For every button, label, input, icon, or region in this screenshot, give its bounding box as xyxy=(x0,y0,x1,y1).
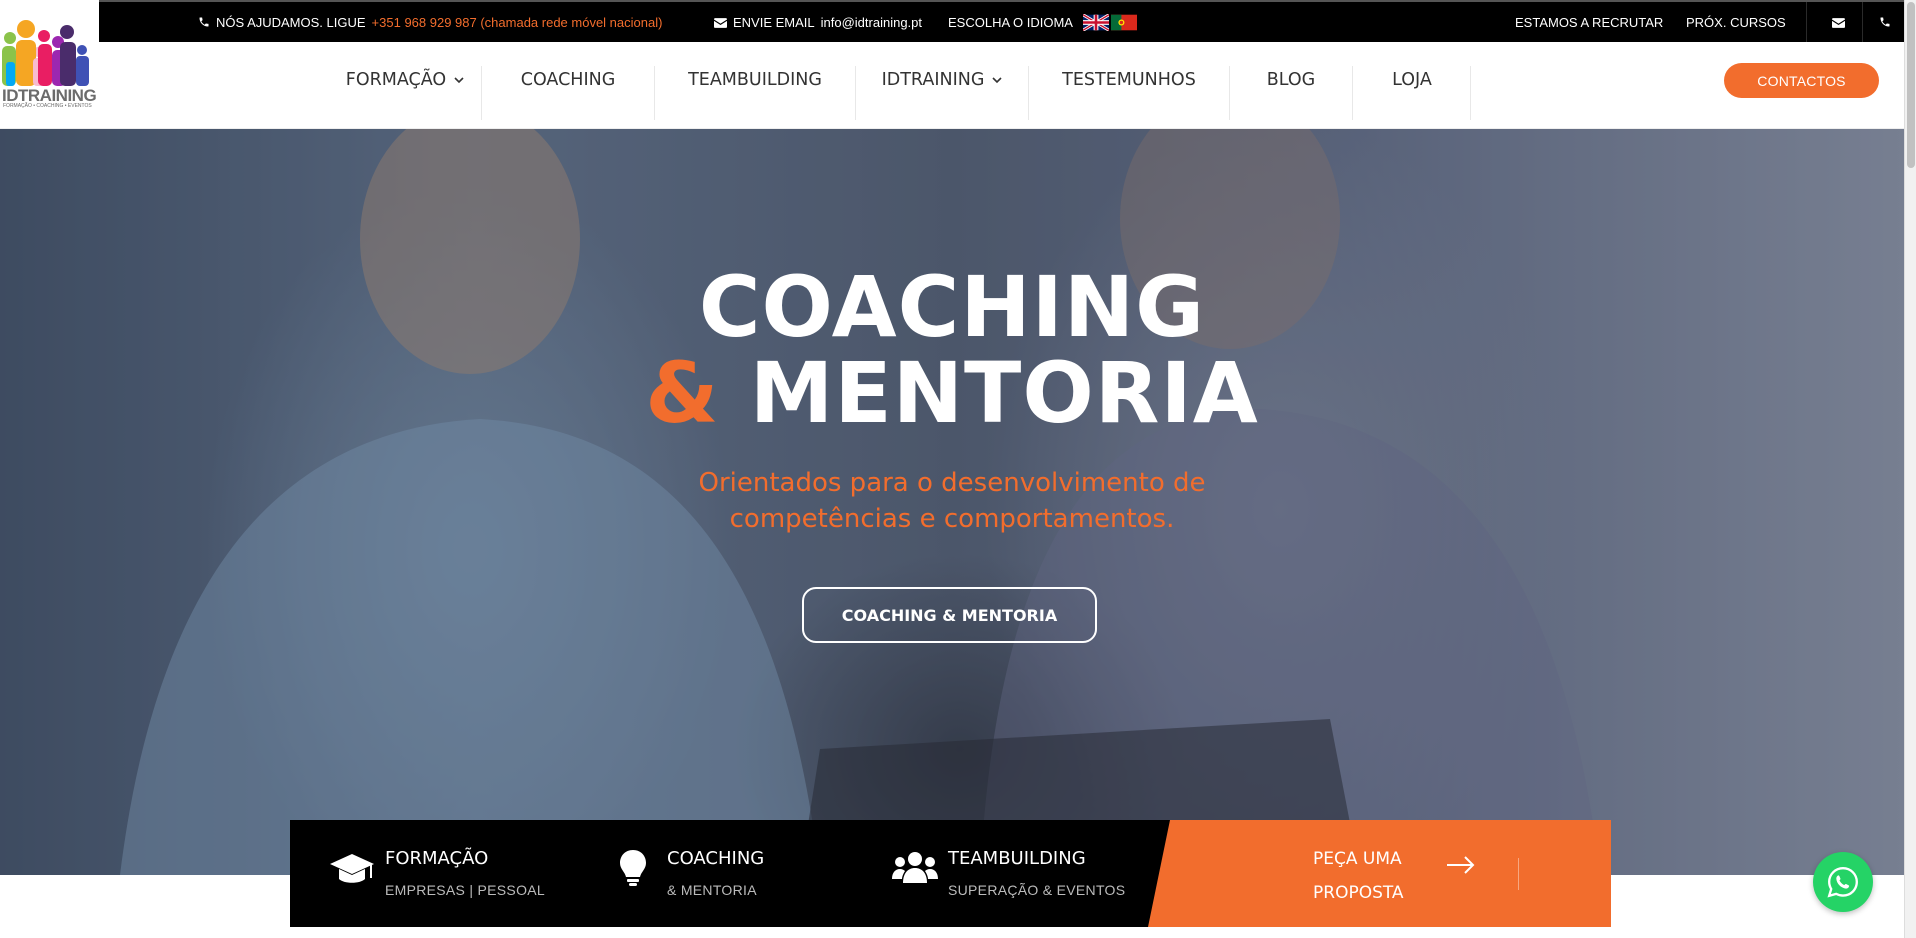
nav-label: FORMAÇÃO xyxy=(345,70,447,90)
lightbulb-icon xyxy=(620,850,646,886)
topbar-divider xyxy=(1862,2,1863,42)
nav-label: COACHING xyxy=(520,70,616,90)
top-bar: NÓS AJUDAMOS. LIGUE +351 968 929 987 (ch… xyxy=(0,0,1904,42)
service-title: COACHING xyxy=(667,848,765,869)
hero-subtitle: Orientados para o desenvolvimento de com… xyxy=(652,465,1252,537)
recruit-label[interactable]: ESTAMOS A RECRUTAR xyxy=(1515,15,1663,30)
nav-item-teambuilding[interactable]: TEAMBUILDING xyxy=(655,42,855,118)
nav-label: TESTEMUNHOS xyxy=(1062,70,1196,90)
service-title: TEAMBUILDING xyxy=(948,848,1086,869)
nav-label: BLOG xyxy=(1266,70,1316,90)
chevron-down-icon xyxy=(992,77,1002,84)
nav-item-idtraining[interactable]: IDTRAINING xyxy=(856,42,1028,118)
graduation-cap-icon xyxy=(330,854,374,883)
nav-divider xyxy=(1470,66,1471,120)
service-formacao[interactable]: FORMAÇÃO EMPRESAS | PESSOAL xyxy=(330,820,590,927)
logo-people-icon xyxy=(2,20,89,86)
chevron-down-icon xyxy=(454,77,464,84)
request-proposal-button[interactable]: PEÇA UMA PROPOSTA xyxy=(1148,820,1611,927)
main-navigation: FORMAÇÃO COACHING TEAMBUILDING IDTRAININ… xyxy=(0,42,1904,129)
hero-subtitle-line2: competências e comportamentos. xyxy=(729,504,1175,534)
email-label: ENVIE EMAIL xyxy=(733,14,815,30)
email-address[interactable]: info@idtraining.pt xyxy=(821,15,922,30)
next-courses-link[interactable]: PRÓX. CURSOS xyxy=(1686,2,1786,42)
email-icon-button[interactable] xyxy=(1832,2,1845,42)
whatsapp-button[interactable] xyxy=(1813,852,1873,912)
phone-icon xyxy=(199,17,209,27)
logo-tagline: FORMAÇÃO • COACHING • EVENTOS xyxy=(3,103,92,109)
hero-title-mentoria: MENTORIA xyxy=(749,344,1259,442)
services-strip: FORMAÇÃO EMPRESAS | PESSOAL COACHING & M… xyxy=(290,820,1611,927)
hero-subtitle-line1: Orientados para o desenvolvimento de xyxy=(698,468,1206,498)
proposal-label-line2: PROPOSTA xyxy=(1313,883,1404,903)
contacts-button[interactable]: CONTACTOS xyxy=(1724,63,1879,98)
hero-title-line2: & MENTORIA xyxy=(0,351,1904,435)
whatsapp-icon xyxy=(1827,867,1858,898)
nav-item-formacao[interactable]: FORMAÇÃO xyxy=(330,42,480,118)
hero-title-ampersand: & xyxy=(645,344,720,442)
language-label: ESCOLHA O IDIOMA xyxy=(948,14,1073,30)
nav-label: LOJA xyxy=(1392,70,1432,90)
service-subtitle: EMPRESAS | PESSOAL xyxy=(385,882,545,898)
nav-item-loja[interactable]: LOJA xyxy=(1353,42,1471,118)
scrollbar-thumb[interactable] xyxy=(1907,2,1915,168)
phone-number[interactable]: +351 968 929 987 (chamada rede móvel nac… xyxy=(372,15,663,30)
phone-icon-button[interactable] xyxy=(1879,2,1891,42)
nav-item-blog[interactable]: BLOG xyxy=(1230,42,1352,118)
proposal-label-line1: PEÇA UMA xyxy=(1313,849,1402,869)
service-coaching[interactable]: COACHING & MENTORIA xyxy=(620,820,850,927)
phone-contact[interactable]: NÓS AJUDAMOS. LIGUE +351 968 929 987 (ch… xyxy=(198,2,662,42)
next-courses-label[interactable]: PRÓX. CURSOS xyxy=(1686,15,1786,30)
hero-title-line1: COACHING xyxy=(698,258,1206,356)
nav-label: TEAMBUILDING xyxy=(688,70,822,90)
service-teambuilding[interactable]: TEAMBUILDING SUPERAÇÃO & EVENTOS xyxy=(892,820,1142,927)
nav-item-testemunhos[interactable]: TESTEMUNHOS xyxy=(1029,42,1229,118)
coaching-mentoria-button[interactable]: COACHING & MENTORIA xyxy=(802,587,1097,643)
phone-icon xyxy=(1880,17,1890,27)
envelope-icon xyxy=(714,17,727,28)
arrow-right-icon xyxy=(1447,856,1475,874)
topbar-divider xyxy=(1806,2,1807,42)
hero-banner: COACHING & MENTORIA Orientados para o de… xyxy=(0,129,1904,875)
uk-flag-icon[interactable] xyxy=(1082,13,1109,31)
proposal-label: PEÇA UMA PROPOSTA xyxy=(1313,842,1404,910)
nav-label: IDTRAINING xyxy=(881,70,985,90)
language-selector: ESCOLHA O IDIOMA xyxy=(948,2,1137,42)
portugal-flag-icon[interactable] xyxy=(1110,14,1137,31)
site-logo[interactable]: IDTRAINING FORMAÇÃO • COACHING • EVENTOS xyxy=(0,0,99,128)
recruit-link[interactable]: ESTAMOS A RECRUTAR xyxy=(1515,2,1663,42)
envelope-icon xyxy=(1832,17,1845,28)
users-icon xyxy=(892,852,938,883)
help-label: NÓS AJUDAMOS. LIGUE xyxy=(216,14,366,30)
service-title: FORMAÇÃO xyxy=(385,848,489,869)
page-scrollbar[interactable] xyxy=(1904,0,1916,938)
email-contact[interactable]: ENVIE EMAIL info@idtraining.pt xyxy=(714,2,922,42)
proposal-divider xyxy=(1518,858,1519,890)
service-subtitle: SUPERAÇÃO & EVENTOS xyxy=(948,882,1126,898)
nav-item-coaching[interactable]: COACHING xyxy=(482,42,654,118)
service-subtitle: & MENTORIA xyxy=(667,882,757,898)
